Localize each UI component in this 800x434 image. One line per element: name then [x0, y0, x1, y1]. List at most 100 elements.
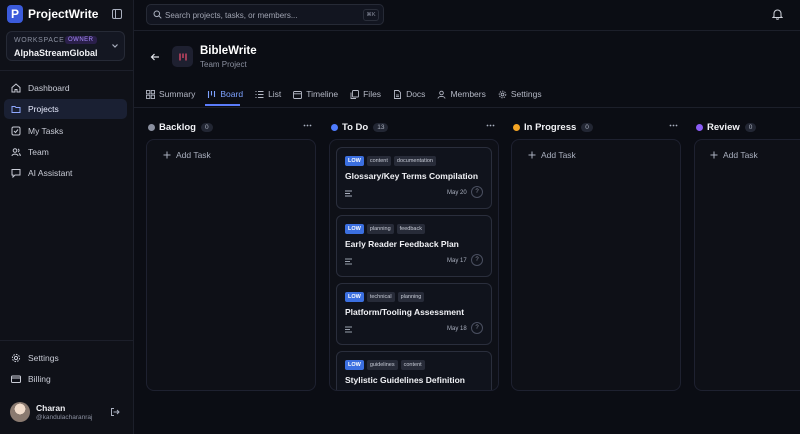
- sidebar-item-ai-assistant[interactable]: AI Assistant: [4, 163, 127, 183]
- sidebar-item-projects[interactable]: Projects: [4, 99, 127, 120]
- home-icon: [11, 83, 28, 93]
- chat-icon: [11, 168, 28, 179]
- files-icon: [350, 89, 363, 99]
- tab-label: List: [268, 89, 282, 99]
- add-task-button[interactable]: Add Task: [528, 150, 576, 160]
- tab-timeline[interactable]: Timeline: [293, 86, 338, 102]
- column-header-in-progress: In Progress 0: [513, 120, 593, 134]
- tab-settings[interactable]: Settings: [498, 86, 542, 102]
- tab-label: Files: [363, 89, 382, 99]
- workspace-role-badge: OWNER: [65, 36, 97, 44]
- tag-badge: documentation: [393, 156, 436, 166]
- workspace-switcher[interactable]: WORKSPACE OWNER AlphaStreamGlobal: [6, 31, 125, 61]
- description-icon: [345, 258, 353, 265]
- column-count: 0: [581, 122, 593, 132]
- tab-docs[interactable]: Docs: [393, 86, 425, 102]
- brand-name: ProjectWrite: [28, 7, 99, 21]
- due-date: May 17: [447, 258, 467, 264]
- add-task-label: Add Task: [723, 150, 758, 160]
- column-header-backlog: Backlog 0: [148, 120, 213, 134]
- gear-icon: [498, 90, 511, 99]
- column-name: To Do: [342, 121, 369, 133]
- add-task-label: Add Task: [176, 150, 211, 160]
- logout-icon[interactable]: [110, 407, 120, 417]
- tab-members[interactable]: Members: [437, 86, 486, 102]
- tag-badge: feedback: [396, 224, 425, 234]
- grid-icon: [146, 89, 159, 99]
- sidebar-item-label: Projects: [28, 104, 59, 115]
- bell-icon[interactable]: [772, 8, 783, 20]
- tag-badge: guidelines: [366, 360, 398, 370]
- column-count: 0: [744, 122, 757, 132]
- tab-board[interactable]: Board: [207, 86, 243, 102]
- sidebar-item-label: AI Assistant: [28, 168, 73, 179]
- add-task-button[interactable]: Add Task: [710, 150, 758, 160]
- priority-badge: LOW: [345, 156, 364, 166]
- workspace-label: WORKSPACE: [14, 37, 65, 44]
- kanban-icon: [207, 90, 220, 99]
- sidebar-item-label: Dashboard: [28, 83, 70, 93]
- sidebar-collapse-icon[interactable]: [112, 9, 122, 19]
- workspace-name: AlphaStreamGlobal: [14, 48, 98, 58]
- project-title: BibleWrite: [200, 45, 257, 57]
- search-input[interactable]: [165, 8, 355, 22]
- more-icon[interactable]: [486, 121, 495, 130]
- sidebar-item-my-tasks[interactable]: My Tasks: [4, 121, 127, 141]
- tag-badge: content: [366, 156, 391, 166]
- sidebar-item-settings[interactable]: Settings: [4, 348, 127, 368]
- tab-list[interactable]: List: [255, 86, 281, 102]
- status-dot: [148, 123, 155, 131]
- sidebar-item-dashboard[interactable]: Dashboard: [4, 78, 127, 98]
- tab-label: Board: [220, 89, 244, 99]
- sidebar-item-billing[interactable]: Billing: [4, 369, 127, 389]
- assignee-avatar[interactable]: ?: [471, 254, 483, 266]
- doc-icon: [393, 89, 406, 99]
- brand-logo: P: [7, 5, 23, 23]
- tag-badge: planning: [366, 224, 394, 234]
- user-profile[interactable]: Charan @kandulacharanraj: [10, 402, 128, 424]
- due-date: May 20: [447, 190, 467, 196]
- active-tab-indicator: [205, 104, 240, 106]
- plus-icon: [710, 151, 723, 159]
- column-count: 0: [200, 122, 213, 132]
- task-card[interactable]: LOW planning feedback Early Reader Feedb…: [336, 215, 492, 277]
- status-dot: [331, 123, 338, 131]
- plus-icon: [163, 151, 176, 159]
- sidebar-item-label: Billing: [28, 374, 51, 385]
- column-name: In Progress: [524, 121, 577, 133]
- project-subtitle: Team Project: [200, 60, 247, 69]
- search-shortcut: ⌘K: [363, 9, 379, 21]
- brand[interactable]: P ProjectWrite: [7, 5, 98, 23]
- card-badges: LOW planning feedback: [345, 224, 428, 234]
- tab-label: Settings: [510, 89, 542, 99]
- tab-summary[interactable]: Summary: [146, 86, 195, 102]
- sidebar-nav: Dashboard Projects My Tasks Team AI Assi…: [4, 78, 127, 184]
- task-card[interactable]: LOW technical planning Platform/Tooling …: [336, 283, 492, 345]
- task-card[interactable]: LOW content documentation Glossary/Key T…: [336, 147, 492, 209]
- sidebar-bottom-nav: Settings Billing: [4, 348, 127, 391]
- add-task-label: Add Task: [541, 150, 576, 160]
- user-handle: @kandulacharanraj: [36, 414, 93, 421]
- tab-label: Members: [450, 89, 486, 99]
- task-card[interactable]: LOW guidelines content Stylistic Guideli…: [336, 351, 492, 390]
- tab-label: Summary: [159, 89, 196, 99]
- status-dot: [513, 123, 520, 131]
- search-box[interactable]: ⌘K: [146, 4, 384, 25]
- tab-label: Docs: [406, 89, 426, 99]
- sidebar-item-team[interactable]: Team: [4, 142, 127, 162]
- project-icon: [172, 46, 193, 67]
- list-icon: [255, 90, 268, 99]
- assignee-avatar[interactable]: ?: [471, 322, 483, 334]
- back-arrow-icon[interactable]: [150, 52, 160, 62]
- more-icon[interactable]: [303, 121, 312, 130]
- gear-icon: [11, 353, 28, 363]
- more-icon[interactable]: [669, 121, 678, 130]
- tab-files[interactable]: Files: [350, 86, 381, 102]
- due-date: May 18: [447, 326, 467, 332]
- chevron-down-icon: [111, 42, 119, 50]
- add-task-button[interactable]: Add Task: [163, 150, 211, 160]
- column-in-progress: Add Task: [511, 139, 681, 391]
- user-name: Charan: [36, 403, 66, 413]
- assignee-avatar[interactable]: ?: [471, 186, 483, 198]
- plus-icon: [528, 151, 541, 159]
